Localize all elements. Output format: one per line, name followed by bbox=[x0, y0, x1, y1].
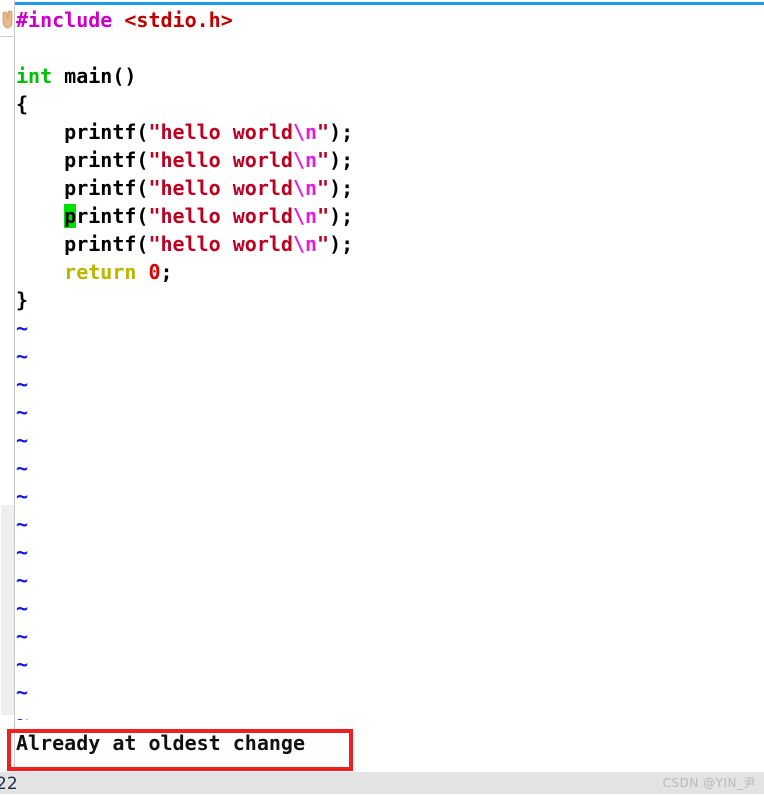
code-line[interactable]: printf("hello world\n"); bbox=[16, 202, 353, 230]
code-token: " bbox=[317, 148, 330, 172]
message-line: Already at oldest change bbox=[16, 722, 764, 770]
code-line[interactable]: printf("hello world\n"); bbox=[16, 118, 353, 146]
code-line[interactable] bbox=[16, 34, 28, 62]
code-token: int bbox=[16, 64, 53, 88]
code-line[interactable]: #include <stdio.h> bbox=[16, 6, 233, 34]
code-token: { bbox=[16, 92, 29, 116]
left-window-chrome bbox=[0, 0, 15, 772]
code-token: 0 bbox=[148, 260, 161, 284]
empty-line-marker: ~ bbox=[16, 708, 29, 720]
vertical-scrollbar-track[interactable] bbox=[1, 505, 14, 715]
code-token: ); bbox=[329, 176, 354, 200]
empty-line-marker: ~ bbox=[16, 316, 29, 340]
csdn-watermark: CSDN @YIN_尹 bbox=[662, 776, 756, 790]
code-token: \n bbox=[292, 204, 318, 228]
empty-line-marker: ~ bbox=[16, 652, 29, 676]
code-token: \n bbox=[292, 176, 318, 200]
code-token: <stdio.h> bbox=[124, 8, 233, 32]
code-token: #include bbox=[16, 8, 113, 32]
code-token: \n bbox=[292, 120, 318, 144]
hand-cursor-icon bbox=[1, 8, 14, 30]
code-token: printf( bbox=[16, 148, 149, 172]
empty-line-marker: ~ bbox=[16, 680, 29, 704]
code-line[interactable]: int main() bbox=[16, 62, 136, 90]
code-token: printf( bbox=[16, 176, 149, 200]
code-token: ); bbox=[329, 120, 354, 144]
code-token: rintf( bbox=[76, 204, 149, 228]
empty-line-marker: ~ bbox=[16, 428, 29, 452]
code-token: " bbox=[317, 204, 330, 228]
code-token: "hello world bbox=[148, 176, 293, 200]
status-bar-left-text: 22 bbox=[0, 774, 18, 794]
message-line-text: Already at oldest change bbox=[16, 731, 305, 755]
code-line[interactable]: printf("hello world\n"); bbox=[16, 146, 353, 174]
chrome-divider bbox=[0, 36, 14, 37]
empty-line-marker: ~ bbox=[16, 624, 29, 648]
code-token: " bbox=[317, 232, 330, 256]
empty-line-marker: ~ bbox=[16, 372, 29, 396]
empty-line-marker: ~ bbox=[16, 400, 29, 424]
empty-line-marker: ~ bbox=[16, 484, 29, 508]
empty-line-marker: ~ bbox=[16, 540, 29, 564]
code-token: "hello world bbox=[148, 120, 293, 144]
empty-line-marker: ~ bbox=[16, 568, 29, 592]
code-editor-pane[interactable]: #include <stdio.h> int main(){ printf("h… bbox=[16, 6, 764, 720]
code-token: } bbox=[16, 288, 29, 312]
code-token: "hello world bbox=[148, 232, 293, 256]
code-token: ); bbox=[329, 148, 354, 172]
code-line[interactable]: printf("hello world\n"); bbox=[16, 230, 353, 258]
empty-line-marker: ~ bbox=[16, 344, 29, 368]
code-token: \n bbox=[292, 148, 318, 172]
code-token: "hello world bbox=[148, 148, 293, 172]
code-token: ; bbox=[160, 260, 173, 284]
empty-line-marker: ~ bbox=[16, 512, 29, 536]
status-bar: 22 CSDN @YIN_尹 bbox=[0, 772, 764, 794]
code-token: \n bbox=[292, 232, 318, 256]
code-token: ); bbox=[329, 232, 354, 256]
code-token: printf( bbox=[16, 120, 149, 144]
code-token: ); bbox=[329, 204, 354, 228]
code-token: return bbox=[64, 260, 137, 284]
code-line[interactable]: { bbox=[16, 90, 28, 118]
code-line[interactable]: } bbox=[16, 286, 28, 314]
code-line[interactable]: printf("hello world\n"); bbox=[16, 174, 353, 202]
code-token: "hello world bbox=[148, 204, 293, 228]
code-token: printf( bbox=[16, 232, 149, 256]
code-token: main() bbox=[52, 64, 137, 88]
code-line[interactable]: return 0; bbox=[16, 258, 173, 286]
text-cursor: p bbox=[64, 204, 77, 228]
top-accent-rule bbox=[15, 2, 764, 5]
code-token: " bbox=[317, 120, 330, 144]
code-token: " bbox=[317, 176, 330, 200]
empty-line-marker: ~ bbox=[16, 456, 29, 480]
empty-line-marker: ~ bbox=[16, 596, 29, 620]
